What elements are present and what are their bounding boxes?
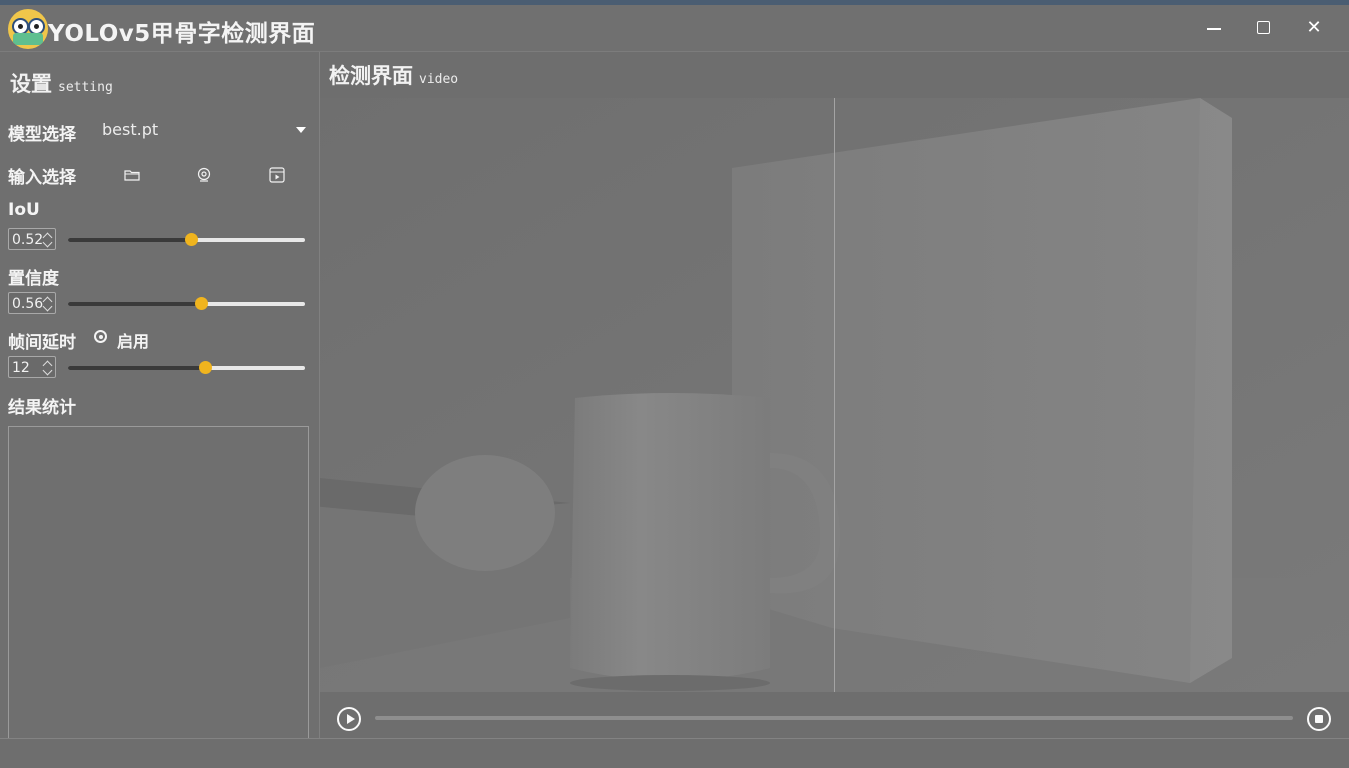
stop-button[interactable] (1307, 707, 1331, 731)
play-button[interactable] (337, 707, 361, 731)
chevron-down-icon (296, 127, 306, 133)
detection-title-text: 检测界面 (329, 64, 413, 88)
iou-label: IoU (8, 200, 40, 220)
detection-subtitle: video (419, 72, 459, 87)
video-split-line (834, 98, 835, 692)
open-folder-button[interactable] (121, 164, 143, 186)
settings-panel: 设置 setting 模型选择 best.pt 输入选择 IoU 0.52 置信度… (0, 52, 320, 738)
iou-spinbox[interactable]: 0.52 (8, 228, 56, 250)
iou-slider[interactable] (68, 233, 305, 246)
enable-delay-label[interactable]: 启用 (117, 328, 149, 352)
maximize-icon (1257, 21, 1270, 34)
delay-spinbox[interactable]: 12 (8, 356, 56, 378)
frame-delay-label: 帧间延时 (8, 333, 76, 353)
webcam-icon (197, 167, 211, 182)
settings-title-text: 设置 (10, 72, 52, 96)
close-button[interactable]: ✕ (1300, 15, 1328, 41)
delay-slider-handle[interactable] (199, 361, 213, 374)
results-stats-table[interactable] (8, 426, 309, 738)
app-title: YOLOv5甲骨字检测界面 (48, 21, 316, 47)
delay-slider[interactable] (68, 361, 305, 374)
detection-title: 检测界面 video (329, 60, 458, 90)
input-select-label: 输入选择 (8, 168, 76, 188)
confidence-slider[interactable] (68, 297, 305, 310)
delay-slider-fill (68, 366, 206, 370)
maximize-button[interactable] (1250, 15, 1278, 41)
spin-down-icon[interactable] (42, 301, 53, 312)
results-stats-label: 结果统计 (8, 398, 76, 418)
confidence-slider-fill (68, 302, 201, 306)
enable-delay-radio[interactable] (94, 330, 107, 343)
app-logo-icon (8, 9, 48, 49)
confidence-slider-handle[interactable] (194, 297, 208, 310)
settings-subtitle: setting (58, 80, 113, 95)
settings-title: 设置 setting (10, 68, 113, 98)
model-select-label: 模型选择 (8, 125, 76, 145)
spin-down-icon[interactable] (42, 237, 53, 248)
radio-checked-icon (98, 334, 103, 339)
open-video-button[interactable] (266, 164, 288, 186)
detection-panel: 检测界面 video (320, 52, 1349, 738)
video-progress-slider[interactable] (375, 716, 1293, 720)
playback-bar (320, 700, 1349, 736)
open-webcam-button[interactable] (193, 164, 215, 186)
title-bar: YOLOv5甲骨字检测界面 ✕ (0, 5, 1349, 52)
minimize-icon (1207, 28, 1221, 30)
status-bar (0, 738, 1349, 768)
confidence-value: 0.56 (12, 296, 44, 312)
stop-icon (1315, 715, 1323, 723)
video-file-icon (269, 167, 285, 183)
folder-icon (124, 170, 140, 181)
confidence-spinbox[interactable]: 0.56 (8, 292, 56, 314)
iou-value: 0.52 (12, 232, 44, 248)
iou-slider-fill (68, 238, 192, 242)
minimize-button[interactable] (1200, 15, 1228, 41)
model-select-dropdown[interactable]: best.pt (102, 120, 312, 142)
play-icon (347, 714, 355, 724)
confidence-label: 置信度 (8, 269, 59, 289)
iou-slider-handle[interactable] (185, 233, 199, 246)
model-select-value: best.pt (102, 120, 159, 139)
spin-down-icon[interactable] (42, 365, 53, 376)
delay-value: 12 (12, 360, 30, 376)
